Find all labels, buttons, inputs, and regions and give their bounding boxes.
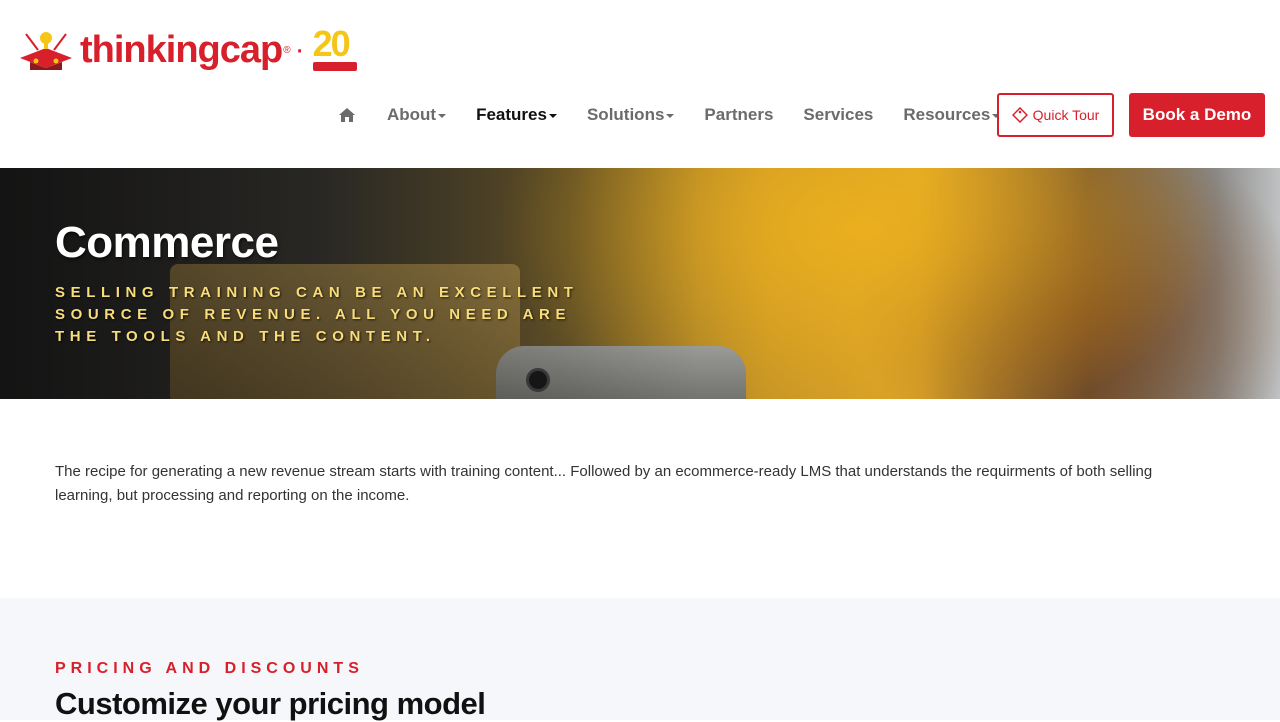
nav-services-label: Services bbox=[803, 105, 874, 124]
nav-solutions-label: Solutions bbox=[586, 105, 665, 124]
chevron-down-icon bbox=[438, 114, 447, 118]
quick-tour-button[interactable]: Quick Tour bbox=[997, 93, 1114, 137]
anniversary-ribbon bbox=[312, 62, 357, 71]
nav-resources-label: Resources bbox=[903, 105, 991, 124]
book-demo-button[interactable]: Book a Demo bbox=[1129, 93, 1265, 137]
hero-banner: Commerce Selling training can be an exce… bbox=[0, 168, 1280, 399]
thinkingcap-logo[interactable]: thinkingcap ® · 20 bbox=[16, 24, 359, 76]
nav-services[interactable]: Services bbox=[803, 93, 873, 137]
intro-paragraph: The recipe for generating a new revenue … bbox=[55, 463, 1153, 504]
logo-graduation-cap-icon bbox=[16, 28, 76, 72]
nav-solutions[interactable]: Solutions bbox=[586, 93, 675, 137]
section-eyebrow: Pricing and Discounts bbox=[55, 660, 364, 677]
home-icon bbox=[338, 107, 356, 123]
nav-features-label: Features bbox=[476, 105, 547, 124]
site-header: thinkingcap ® · 20 About Features Soluti… bbox=[0, 0, 1280, 168]
anniversary-number: 20 bbox=[312, 23, 351, 64]
section-title: Customize your pricing model bbox=[55, 686, 486, 721]
nav-about-label: About bbox=[387, 105, 437, 124]
logo-separator: · bbox=[294, 33, 305, 66]
nav-resources[interactable]: Resources bbox=[903, 93, 1001, 137]
main-navigation: About Features Solutions Partners Servic… bbox=[338, 93, 1001, 137]
hero-subtitle: Selling training can be an excellent sou… bbox=[55, 284, 579, 345]
book-demo-label: Book a Demo bbox=[1142, 105, 1252, 124]
anniversary-badge: 20 bbox=[312, 23, 359, 74]
tag-icon bbox=[1011, 107, 1028, 123]
nav-features[interactable]: Features bbox=[476, 93, 557, 137]
quick-tour-label: Quick Tour bbox=[1032, 107, 1100, 123]
nav-home[interactable] bbox=[338, 93, 356, 137]
logo-wordmark: thinkingcap bbox=[80, 29, 283, 71]
pricing-section: Pricing and Discounts Customize your pri… bbox=[0, 598, 1280, 721]
nav-about[interactable]: About bbox=[387, 93, 447, 137]
logo-registered-mark: ® bbox=[283, 44, 291, 56]
nav-partners-label: Partners bbox=[704, 105, 774, 124]
nav-partners[interactable]: Partners bbox=[704, 93, 773, 137]
chevron-down-icon bbox=[666, 114, 675, 118]
page-title: Commerce bbox=[55, 218, 279, 267]
chevron-down-icon bbox=[548, 114, 557, 118]
